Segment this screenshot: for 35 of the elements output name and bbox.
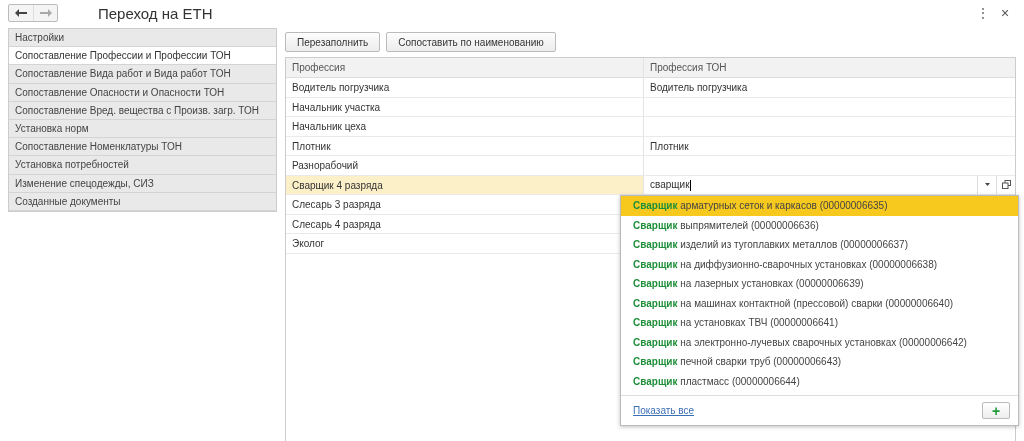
column-header[interactable]: Профессия ТОН <box>644 58 1015 77</box>
sidebar-item[interactable]: Сопоставление Вида работ и Вида работ ТОН <box>9 65 276 84</box>
dropdown-item[interactable]: Сварщик на машинах контактной (прессовой) сварки (00000006640) <box>621 293 1018 313</box>
dropdown-item[interactable]: Сварщик на установках ТВЧ (00000006641) <box>621 313 1018 333</box>
table-cell: Плотник <box>286 136 644 155</box>
sidebar-item[interactable]: Установка потребностей <box>9 156 276 175</box>
dropdown-item[interactable]: Сварщик печной сварки труб (00000006643) <box>621 352 1018 372</box>
sidebar-item[interactable]: Сопоставление Профессии и Профессии ТОН <box>9 47 276 66</box>
column-header[interactable]: Профессия <box>286 58 644 77</box>
sidebar-item[interactable]: Сопоставление Номенклатуры ТОН <box>9 138 276 157</box>
dropdown-item[interactable]: Сварщик на диффузионно-сварочных установках (00000006638) <box>621 254 1018 274</box>
table-cell: Начальник цеха <box>286 117 644 136</box>
close-button[interactable]: × <box>994 5 1016 21</box>
arrow-left-icon <box>15 9 27 17</box>
arrow-right-icon <box>39 9 52 17</box>
toolbar-button[interactable]: Сопоставить по наименованию <box>386 32 556 52</box>
caret-icon <box>984 183 990 187</box>
dropdown-item[interactable]: Сварщик на электронно-лучевых сварочных установках (00000006642) <box>621 332 1018 352</box>
more-button[interactable]: ⋮ <box>972 6 994 20</box>
table-cell: Разнорабочий <box>286 156 644 175</box>
table-cell-text: Водитель погрузчика <box>649 81 749 95</box>
dropdown-item[interactable]: Сварщик выпрямителей (00000006636) <box>621 215 1018 235</box>
dropdown-item[interactable]: Сварщик пластмасс (00000006644) <box>621 371 1018 391</box>
sidebar-item[interactable]: Настройки <box>9 29 276 48</box>
dropdown-item[interactable]: Сварщик на лазерных установках (00000006639) <box>621 274 1018 294</box>
windows-icon <box>1001 180 1011 190</box>
table-cell: Водитель погрузчика <box>286 78 644 97</box>
dropdown-item[interactable]: Сварщик арматурных сеток и каркасов (00000006635) <box>621 196 1018 216</box>
input-field[interactable]: сварщик <box>644 175 1015 194</box>
show-all-link[interactable]: Показать все <box>633 405 695 416</box>
toolbar-button[interactable]: Перезаполнить <box>285 32 381 52</box>
table-cell-text: Плотник <box>649 139 690 154</box>
window-title: Переход на ЕТН <box>98 4 214 22</box>
table-cell: Начальник участка <box>286 97 644 116</box>
dropdown-item[interactable]: Сварщик изделий из тугоплавких металлов (00000006637) <box>621 235 1018 255</box>
